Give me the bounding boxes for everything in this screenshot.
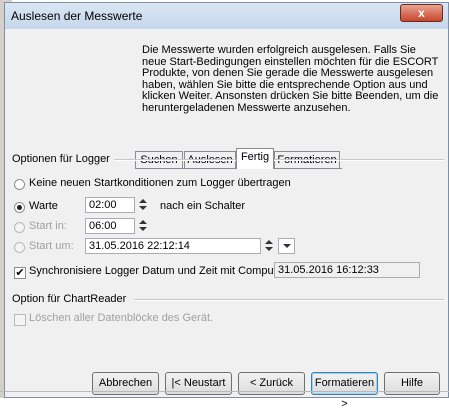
bottom-edge: [0, 391, 449, 392]
dialog-window: Auslesen der Messwerte x Die Messwerte w…: [4, 2, 449, 410]
spin-down-icon: [139, 206, 147, 210]
checkmark-icon: ✔: [15, 267, 25, 279]
start-in-spinner[interactable]: [135, 218, 152, 234]
info-message: Die Messwerte wurden erfolgreich ausgele…: [142, 44, 439, 114]
chevron-down-icon: [283, 244, 291, 248]
start-at-spinner[interactable]: [261, 238, 278, 254]
start-at-dropdown-button[interactable]: [278, 238, 295, 254]
wait-time-spinner[interactable]: [135, 197, 152, 213]
spin-down-icon: [139, 227, 147, 231]
option-none-label: Keine neuen Startkonditionen zum Logger …: [29, 177, 291, 189]
chartreader-title: Option für ChartReader: [12, 293, 131, 305]
close-button[interactable]: x: [400, 4, 443, 22]
option-start-at-label: Start um:: [29, 240, 74, 252]
group-divider: [134, 299, 444, 301]
sync-label: Synchronisiere Logger Datum und Zeit mit…: [29, 265, 289, 277]
radio-wait[interactable]: [14, 202, 25, 213]
close-icon: x: [418, 6, 425, 20]
spin-down-icon: [265, 247, 273, 251]
spin-up-icon: [139, 199, 147, 203]
group-divider: [109, 159, 444, 161]
delete-blocks-checkbox[interactable]: [14, 314, 26, 326]
logger-options-title: Optionen für Logger: [12, 153, 114, 165]
title-bar[interactable]: Auslesen der Messwerte x: [5, 3, 448, 29]
sync-datetime-display: 31.05.2016 16:12:33: [274, 262, 420, 278]
delete-blocks-label: Löschen aller Datenblöcke des Gerät.: [29, 312, 214, 324]
start-at-datetime-input[interactable]: 31.05.2016 22:12:14: [85, 238, 261, 254]
wait-suffix-label: nach ein Schalter: [160, 200, 245, 212]
window-title: Auslesen der Messwerte: [11, 9, 143, 23]
dialog-content: Die Messwerte wurden erfolgreich ausgele…: [9, 29, 444, 410]
spin-up-icon: [139, 220, 147, 224]
wait-time-input[interactable]: 02:00: [85, 197, 135, 213]
radio-selected-dot: [17, 205, 22, 210]
radio-start-in[interactable]: [14, 222, 25, 233]
option-wait-label: Warte: [29, 200, 58, 212]
radio-start-at[interactable]: [14, 242, 25, 253]
radio-no-start-conditions[interactable]: [14, 179, 25, 190]
spin-up-icon: [265, 240, 273, 244]
start-in-input[interactable]: 06:00: [85, 218, 135, 234]
sync-checkbox[interactable]: ✔: [14, 267, 26, 279]
tab-fertig[interactable]: Fertig: [236, 148, 274, 169]
option-start-in-label: Start in:: [29, 220, 67, 232]
